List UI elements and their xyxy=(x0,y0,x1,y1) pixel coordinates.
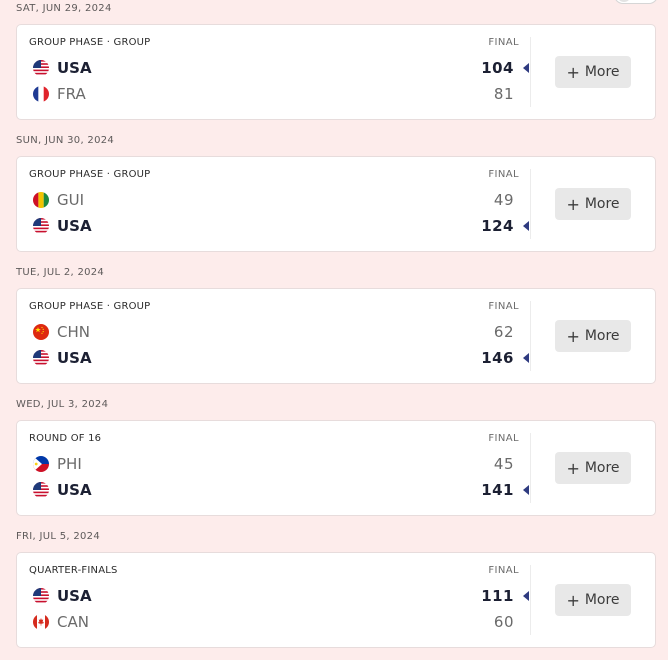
card-divider xyxy=(530,37,531,107)
team-abbreviation: CAN xyxy=(57,613,89,631)
winner-arrow-icon xyxy=(523,221,529,231)
usa-flag-icon xyxy=(33,350,49,366)
plus-icon: + xyxy=(566,326,580,346)
game-status-label: FINAL xyxy=(488,433,519,444)
game-date: WED, JUL 3, 2024 xyxy=(16,399,109,410)
game-date: FRI, JUL 5, 2024 xyxy=(16,531,100,542)
plus-icon: + xyxy=(566,62,580,82)
team-abbreviation: FRA xyxy=(57,85,86,103)
canada-flag-icon xyxy=(33,614,49,630)
card-divider xyxy=(530,565,531,635)
team-abbreviation: CHN xyxy=(57,323,90,341)
team-score: 104 xyxy=(481,59,514,77)
more-button[interactable]: + More xyxy=(555,584,631,616)
game-status-label: FINAL xyxy=(488,169,519,180)
team-abbreviation: USA xyxy=(57,217,92,235)
game-phase-label: QUARTER-FINALS xyxy=(29,565,118,576)
more-button-label: More xyxy=(584,196,620,212)
game-card[interactable]: GROUP PHASE · GROUP FINAL CHN 62 USA 146 + Mo… xyxy=(16,288,656,384)
team-score: 141 xyxy=(481,481,514,499)
game-card[interactable]: QUARTER-FINALS FINAL USA 111 CAN 60 + More xyxy=(16,552,656,648)
more-button-label: More xyxy=(584,592,620,608)
team-row: CAN 60 xyxy=(17,609,530,635)
team-abbreviation: USA xyxy=(57,587,92,605)
game-day-section: TUE, JUL 2, 2024 GROUP PHASE · GROUP FINAL… xyxy=(0,264,668,396)
game-day-section: SUN, JUN 30, 2024 GROUP PHASE · GROUP FINA… xyxy=(0,132,668,264)
game-card[interactable]: GROUP PHASE · GROUP FINAL USA 104 FRA 81 + Mo… xyxy=(16,24,656,120)
more-button[interactable]: + More xyxy=(555,56,631,88)
team-row: USA 146 xyxy=(17,345,530,371)
game-phase-label: ROUND OF 16 xyxy=(29,433,102,444)
team-row: CHN 62 xyxy=(17,319,530,345)
game-day-section: FRI, JUL 5, 2024 QUARTER-FINALS FINAL USA 1… xyxy=(0,528,668,660)
card-divider xyxy=(530,433,531,503)
game-phase-label: GROUP PHASE · GROUP xyxy=(29,37,151,48)
team-row: PHI 45 xyxy=(17,451,530,477)
card-divider xyxy=(530,301,531,371)
plus-icon: + xyxy=(566,590,580,610)
team-row: USA 124 xyxy=(17,213,530,239)
game-day-section: WED, JUL 3, 2024 ROUND OF 16 FINAL PHI 45 U… xyxy=(0,396,668,528)
team-score: 111 xyxy=(481,587,514,605)
game-phase-label: GROUP PHASE · GROUP xyxy=(29,169,151,180)
team-abbreviation: USA xyxy=(57,349,92,367)
game-status-label: FINAL xyxy=(488,37,519,48)
team-abbreviation: GUI xyxy=(57,191,85,209)
usa-flag-icon xyxy=(33,218,49,234)
guinea-flag-icon xyxy=(33,192,49,208)
china-flag-icon xyxy=(33,324,49,340)
team-score: 146 xyxy=(481,349,514,367)
game-card[interactable]: ROUND OF 16 FINAL PHI 45 USA 141 + More xyxy=(16,420,656,516)
usa-flag-icon xyxy=(33,588,49,604)
game-date: SUN, JUN 30, 2024 xyxy=(16,135,115,146)
winner-arrow-icon xyxy=(523,353,529,363)
plus-icon: + xyxy=(566,458,580,478)
team-score: 45 xyxy=(493,455,514,473)
team-score: 60 xyxy=(493,613,514,631)
more-button-label: More xyxy=(584,328,620,344)
more-button[interactable]: + More xyxy=(555,320,631,352)
philippines-flag-icon xyxy=(33,456,49,472)
team-score: 81 xyxy=(493,85,514,103)
more-button-label: More xyxy=(584,460,620,476)
team-score: 124 xyxy=(481,217,514,235)
france-flag-icon xyxy=(33,86,49,102)
more-button[interactable]: + More xyxy=(555,452,631,484)
team-score: 49 xyxy=(493,191,514,209)
game-date: SAT, JUN 29, 2024 xyxy=(16,3,112,14)
team-abbreviation: USA xyxy=(57,59,92,77)
team-row: FRA 81 xyxy=(17,81,530,107)
game-day-section: SAT, JUN 29, 2024 GROUP PHASE · GROUP FINA… xyxy=(0,0,668,132)
team-row: USA 104 xyxy=(17,55,530,81)
game-status-label: FINAL xyxy=(488,301,519,312)
game-status-label: FINAL xyxy=(488,565,519,576)
card-divider xyxy=(530,169,531,239)
team-score: 62 xyxy=(493,323,514,341)
team-row: USA 141 xyxy=(17,477,530,503)
usa-flag-icon xyxy=(33,60,49,76)
team-row: GUI 49 xyxy=(17,187,530,213)
usa-flag-icon xyxy=(33,482,49,498)
winner-arrow-icon xyxy=(523,485,529,495)
game-card[interactable]: GROUP PHASE · GROUP FINAL GUI 49 USA 124 + Mo… xyxy=(16,156,656,252)
more-button[interactable]: + More xyxy=(555,188,631,220)
plus-icon: + xyxy=(566,194,580,214)
team-row: USA 111 xyxy=(17,583,530,609)
team-abbreviation: PHI xyxy=(57,455,82,473)
more-button-label: More xyxy=(584,64,620,80)
winner-arrow-icon xyxy=(523,63,529,73)
winner-arrow-icon xyxy=(523,591,529,601)
game-phase-label: GROUP PHASE · GROUP xyxy=(29,301,151,312)
team-abbreviation: USA xyxy=(57,481,92,499)
game-date: TUE, JUL 2, 2024 xyxy=(16,267,105,278)
